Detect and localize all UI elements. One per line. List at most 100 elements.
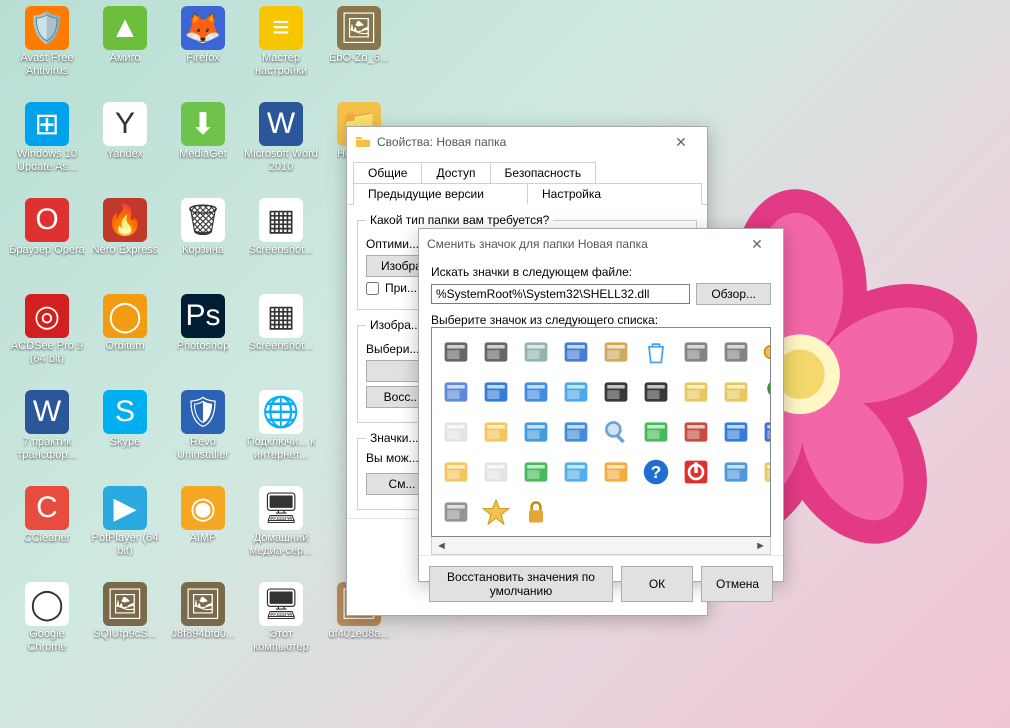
- scroll-right-icon[interactable]: ►: [755, 540, 766, 552]
- desktop-icon-label: Orbitum: [105, 340, 144, 353]
- app-icon: W: [25, 390, 69, 434]
- desktop-icon[interactable]: ▲Амиго: [86, 6, 164, 88]
- desktop-icon[interactable]: W7 практик трансфор...: [8, 390, 86, 472]
- desktop-icon[interactable]: ▦Screenshot...: [242, 294, 320, 376]
- change-icon-close-button[interactable]: ✕: [739, 234, 775, 254]
- desktop-icon[interactable]: 🛡Revo Uninstaller: [164, 390, 242, 472]
- keypad-icon[interactable]: [598, 454, 634, 490]
- cmd-icon[interactable]: [598, 374, 634, 410]
- desktop-icon-label: Windows 10 Update As...: [9, 148, 85, 173]
- app-icon: 🦊: [181, 6, 225, 50]
- star-icon[interactable]: [478, 494, 514, 530]
- app-icon: ▶: [103, 486, 147, 530]
- change-icon-titlebar[interactable]: Сменить значок для папки Новая папка ✕: [419, 229, 783, 259]
- font-icon[interactable]: [758, 414, 771, 450]
- desktop-icon[interactable]: 🗑Корзина: [164, 198, 242, 280]
- tools-icon[interactable]: [758, 454, 771, 490]
- desktop-icon[interactable]: 🖼SQlUfp9cS...: [86, 582, 164, 664]
- tree-icon[interactable]: [758, 374, 771, 410]
- icon-path-input[interactable]: [431, 284, 690, 304]
- desktop-icon[interactable]: SSkype: [86, 390, 164, 472]
- desktop-icon-label: CCleaner: [24, 532, 70, 545]
- tab-access[interactable]: Доступ: [421, 162, 490, 183]
- monitor-blue-icon[interactable]: [718, 414, 754, 450]
- app-icon: ◉: [181, 486, 225, 530]
- globe-disc-icon[interactable]: [718, 334, 754, 370]
- globe3-icon[interactable]: [518, 414, 554, 450]
- icon-scrollbar[interactable]: ◄ ►: [431, 537, 771, 555]
- desktop-icon[interactable]: 🔥Nero Express: [86, 198, 164, 280]
- change-icon-ok-button[interactable]: ОК: [621, 566, 693, 602]
- screen-icon[interactable]: [558, 374, 594, 410]
- desktop-icon[interactable]: ◯Google Chrome: [8, 582, 86, 664]
- desktop-icon-label: AIMP: [190, 532, 217, 545]
- blank2-icon[interactable]: [478, 454, 514, 490]
- folder-search-icon[interactable]: [438, 454, 474, 490]
- desktop-icon[interactable]: OБраузер Opera: [8, 198, 86, 280]
- scroll-left-icon[interactable]: ◄: [436, 540, 447, 552]
- folder-y-icon[interactable]: [478, 414, 514, 450]
- desktop-icon[interactable]: ▦Screenshot...: [242, 198, 320, 280]
- restore-defaults-button[interactable]: Восстановить значения по умолчанию: [429, 566, 613, 602]
- change-icon-cancel-button[interactable]: Отмена: [701, 566, 773, 602]
- grid-icon[interactable]: [678, 334, 714, 370]
- desktop-icon-label: Screenshot...: [249, 340, 314, 353]
- magnifier-icon[interactable]: [598, 414, 634, 450]
- desktop-icon-label: Домашний медиа-сер...: [243, 532, 319, 557]
- refresh-icon[interactable]: [518, 454, 554, 490]
- desktop-icon-label: Мастер настройки: [243, 52, 319, 77]
- tab-customize[interactable]: Настройка: [527, 183, 702, 205]
- key-icon[interactable]: [758, 334, 771, 370]
- globe-net-icon[interactable]: [478, 374, 514, 410]
- browse-button[interactable]: Обзор...: [696, 283, 771, 305]
- desktop-icon[interactable]: CCCleaner: [8, 486, 86, 568]
- desktop-icon[interactable]: WMicrosoft Word 2010: [242, 102, 320, 184]
- drive2-icon[interactable]: [718, 374, 754, 410]
- arrow-sq-icon[interactable]: [638, 374, 674, 410]
- desktop-icon[interactable]: ◯Orbitum: [86, 294, 164, 376]
- desktop-icon[interactable]: ◎ACDSee Pro 9 (64 bit): [8, 294, 86, 376]
- disc-doc-icon[interactable]: [518, 334, 554, 370]
- clipboard-icon[interactable]: [598, 334, 634, 370]
- desktop-icon[interactable]: 🌐Подключи... к интернет...: [242, 390, 320, 472]
- desktop-icon[interactable]: 🦊Firefox: [164, 6, 242, 88]
- tab-general[interactable]: Общие: [353, 162, 422, 183]
- monitor2-icon[interactable]: [558, 454, 594, 490]
- network-icon[interactable]: [558, 414, 594, 450]
- desktop-icon[interactable]: PsPhotoshop: [164, 294, 242, 376]
- power-icon[interactable]: [678, 454, 714, 490]
- desktop-icon[interactable]: 🖼08f894bfd0...: [164, 582, 242, 664]
- tab-security[interactable]: Безопасность: [490, 162, 597, 183]
- window-icon[interactable]: [558, 334, 594, 370]
- blank-icon[interactable]: [438, 414, 474, 450]
- desktop-icon[interactable]: 🖥Домашний медиа-сер...: [242, 486, 320, 568]
- monitor-net-icon[interactable]: [518, 374, 554, 410]
- lock-icon[interactable]: [518, 494, 554, 530]
- desktop-icon[interactable]: ⬇MediaGet: [164, 102, 242, 184]
- tab-previous-versions[interactable]: Предыдущие версии: [353, 183, 528, 205]
- desktop-icon-label: Skype: [110, 436, 141, 449]
- help-icon[interactable]: ?: [638, 454, 674, 490]
- chip-icon[interactable]: [438, 334, 474, 370]
- apply-subfolders-checkbox[interactable]: [366, 282, 379, 295]
- eject-icon[interactable]: [638, 414, 674, 450]
- properties-titlebar[interactable]: Свойства: Новая папка ✕: [347, 127, 707, 157]
- desktop-icon[interactable]: ⊞Windows 10 Update As...: [8, 102, 86, 184]
- desktop-icon[interactable]: 🖥Этот компьютер: [242, 582, 320, 664]
- usb-icon[interactable]: [678, 414, 714, 450]
- desktop-icon-label: PotPlayer (64 bit): [87, 532, 163, 557]
- printer-icon[interactable]: [478, 334, 514, 370]
- desktop-icon[interactable]: ◉ AIMP: [164, 486, 242, 568]
- settings-sm-icon[interactable]: [718, 454, 754, 490]
- desktop-icon[interactable]: 🛡️Avast Free Antivirus: [8, 6, 86, 88]
- desktop-icon[interactable]: ≡Мастер настройки: [242, 6, 320, 88]
- drive1-icon[interactable]: [678, 374, 714, 410]
- desktop-icon[interactable]: YYandex: [86, 102, 164, 184]
- search-file-label: Искать значки в следующем файле:: [431, 265, 771, 279]
- desktop-icon[interactable]: ▶PotPlayer (64 bit): [86, 486, 164, 568]
- properties-close-button[interactable]: ✕: [663, 132, 699, 152]
- install-icon[interactable]: [438, 374, 474, 410]
- desktop-icon[interactable]: 🖼EbO-Zd_6...: [320, 6, 398, 88]
- run-icon[interactable]: [438, 494, 474, 530]
- recycle-icon[interactable]: [638, 334, 674, 370]
